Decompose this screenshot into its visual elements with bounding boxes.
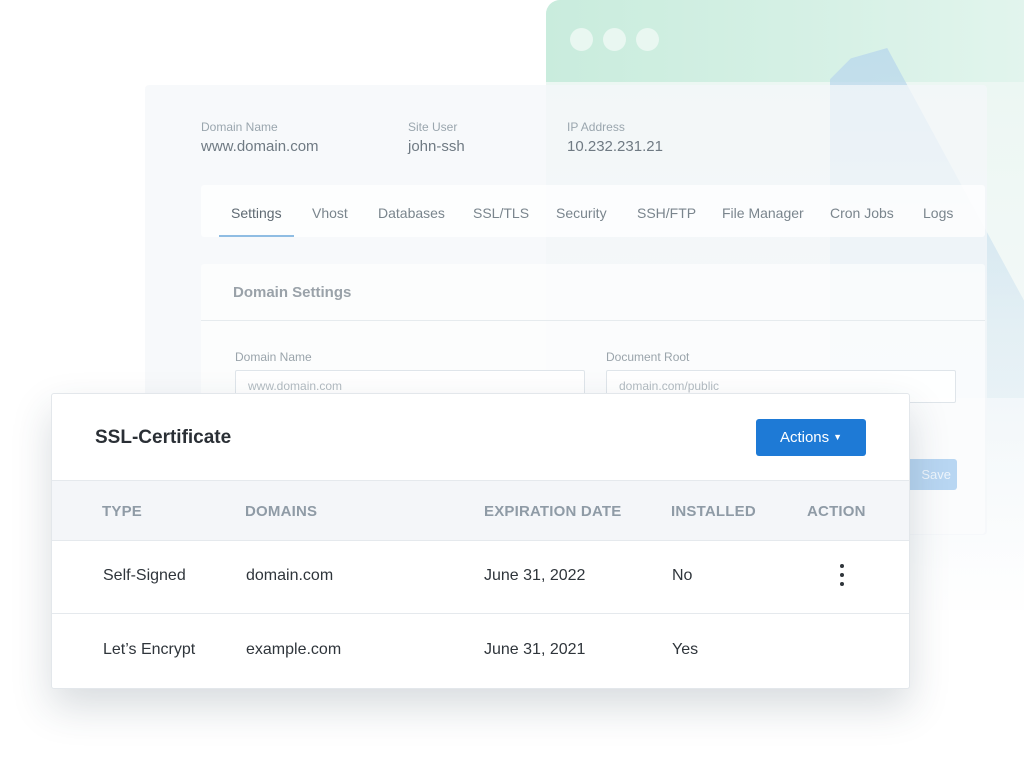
- column-header-installed: INSTALLED: [671, 503, 756, 520]
- ssl-certificate-title: SSL-Certificate: [95, 427, 232, 448]
- document-root-field-label: Document Root: [606, 350, 690, 364]
- meta-label: Domain Name: [201, 120, 278, 134]
- tab-logs[interactable]: Logs: [923, 205, 953, 221]
- meta-value: www.domain.com: [201, 138, 319, 155]
- table-header: TYPE DOMAINS EXPIRATION DATE INSTALLED A…: [52, 480, 909, 541]
- tab-ssl-tls[interactable]: SSL/TLS: [473, 205, 529, 221]
- tab-databases[interactable]: Databases: [378, 205, 445, 221]
- tab-settings[interactable]: Settings: [231, 205, 282, 221]
- cell-expiration: June 31, 2021: [484, 641, 586, 658]
- ssl-certificate-card: SSL-Certificate Actions ▼ TYPE DOMAINS E…: [51, 393, 910, 689]
- tab-cron-jobs[interactable]: Cron Jobs: [830, 205, 894, 221]
- cell-type: Let’s Encrypt: [103, 641, 196, 658]
- window-dot-icon: [603, 28, 626, 51]
- kebab-menu-icon[interactable]: [833, 564, 851, 586]
- window-dot-icon: [636, 28, 659, 51]
- meta-ip-address: IP Address 10.232.231.21: [567, 120, 663, 155]
- cell-installed: Yes: [672, 641, 699, 658]
- cell-type: Self-Signed: [103, 567, 186, 584]
- tab-security[interactable]: Security: [556, 205, 607, 221]
- tab-file-manager[interactable]: File Manager: [722, 205, 804, 221]
- column-header-expiration-date: EXPIRATION DATE: [484, 503, 622, 520]
- cell-domain: domain.com: [246, 567, 334, 584]
- tab-ssh-ftp[interactable]: SSH/FTP: [637, 205, 696, 221]
- actions-button-label: Actions: [779, 429, 830, 446]
- tab-bar: Settings Vhost Databases SSL/TLS Securit…: [201, 185, 985, 237]
- domain-name-field-label: Domain Name: [235, 350, 312, 364]
- column-header-domains: DOMAINS: [245, 503, 318, 520]
- window-dot-icon: [570, 28, 593, 51]
- meta-value: 10.232.231.21: [567, 138, 663, 155]
- column-header-action: ACTION: [807, 503, 866, 520]
- meta-site-user: Site User john-ssh: [408, 120, 465, 155]
- active-tab-indicator: [219, 235, 294, 237]
- actions-dropdown-button[interactable]: Actions ▼: [756, 419, 866, 456]
- cell-expiration: June 31, 2022: [484, 567, 586, 584]
- meta-label: Site User: [408, 120, 458, 134]
- domain-settings-title: Domain Settings: [233, 284, 352, 301]
- table-row: Let’s Encrypt example.com June 31, 2021 …: [52, 614, 909, 687]
- meta-value: john-ssh: [408, 138, 465, 155]
- divider: [201, 320, 985, 321]
- table-row: Self-Signed domain.com June 31, 2022 No: [52, 540, 909, 614]
- tab-vhost[interactable]: Vhost: [312, 205, 348, 221]
- cell-installed: No: [672, 567, 693, 584]
- save-button[interactable]: Save: [907, 459, 957, 490]
- column-header-type: TYPE: [102, 503, 142, 520]
- meta-label: IP Address: [567, 120, 625, 134]
- cell-domain: example.com: [246, 641, 342, 658]
- browser-title-bar: [546, 0, 1024, 82]
- caret-down-icon: ▼: [833, 432, 843, 442]
- meta-domain-name: Domain Name www.domain.com: [201, 120, 319, 155]
